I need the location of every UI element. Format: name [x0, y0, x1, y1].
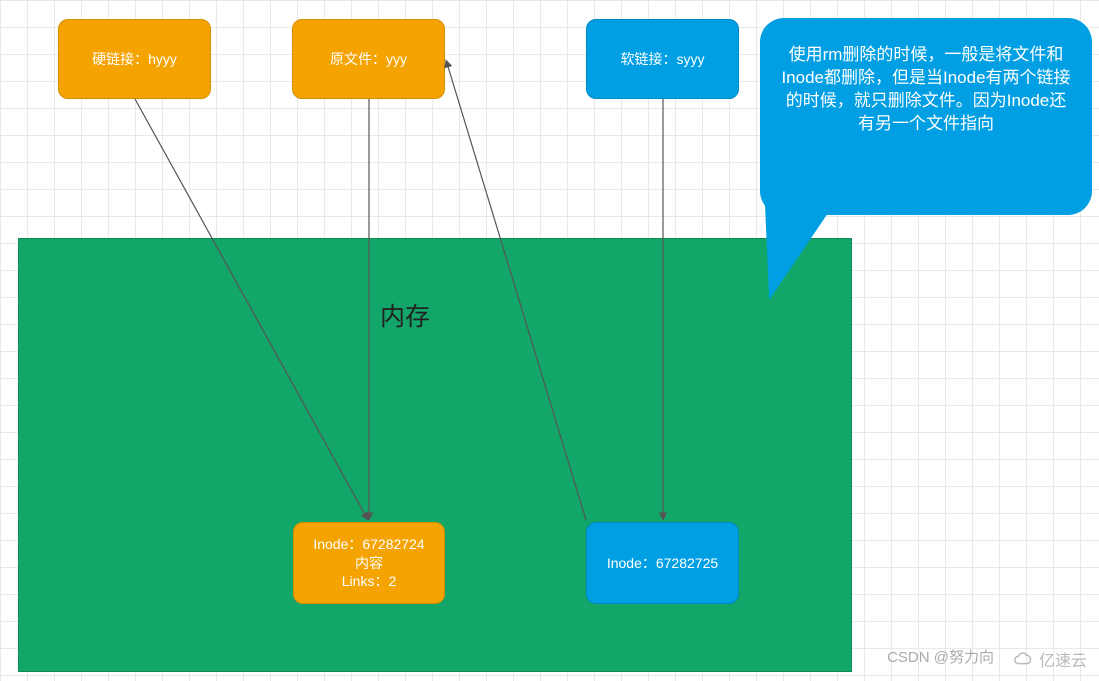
watermark-csdn: CSDN @努力向 — [887, 646, 994, 667]
softlink-label: 软链接：syyy — [621, 49, 705, 69]
memory-area — [18, 238, 852, 672]
callout-bubble: 使用rm删除的时候，一般是将文件和Inode都删除，但是当Inode有两个链接的… — [760, 18, 1092, 215]
inode-main-line3: Links：2 — [342, 572, 396, 591]
original-file-box: 原文件：yyy — [292, 19, 445, 99]
callout-text: 使用rm删除的时候，一般是将文件和Inode都删除，但是当Inode有两个链接的… — [778, 44, 1074, 136]
original-label: 原文件：yyy — [330, 49, 407, 69]
memory-title: 内存 — [380, 297, 430, 333]
inode-main-line2: 内容 — [355, 554, 383, 573]
cloud-icon — [1013, 651, 1035, 667]
watermark-yisu-text: 亿速云 — [1039, 647, 1087, 671]
inode-main-box: Inode：67282724 内容 Links：2 — [293, 522, 445, 604]
watermark-yisu: 亿速云 — [1013, 647, 1087, 671]
hardlink-label: 硬链接：hyyy — [92, 49, 177, 69]
inode-soft-line1: Inode：67282725 — [607, 554, 718, 573]
inode-soft-box: Inode：67282725 — [586, 522, 739, 604]
softlink-file-box: 软链接：syyy — [586, 19, 739, 99]
hardlink-file-box: 硬链接：hyyy — [58, 19, 211, 99]
inode-main-line1: Inode：67282724 — [313, 535, 424, 554]
